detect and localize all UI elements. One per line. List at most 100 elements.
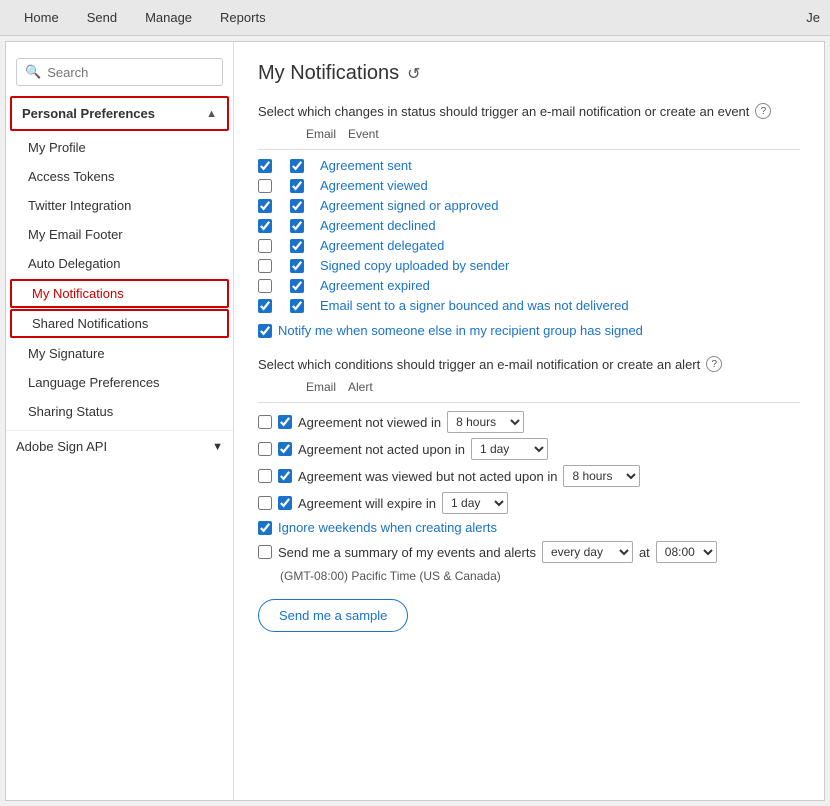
col-email-header: Email <box>306 127 344 141</box>
page-title-container: My Notifications ↺ <box>258 62 800 85</box>
status-row-3: Agreement declined <box>258 218 800 233</box>
status-event-cb-3[interactable] <box>290 219 304 233</box>
status-event-cb-0[interactable] <box>290 159 304 173</box>
col-email-header2: Email <box>306 380 344 394</box>
status-label-2: Agreement signed or approved <box>320 198 499 213</box>
ignore-weekends-label[interactable]: Ignore weekends when creating alerts <box>278 520 497 535</box>
status-items-list: Agreement sent Agreement viewed Agreement … <box>258 158 800 313</box>
status-row-6: Agreement expired <box>258 278 800 293</box>
status-email-cb-6[interactable] <box>258 279 272 293</box>
status-event-cb-2[interactable] <box>290 199 304 213</box>
sidebar-item-my-signature[interactable]: My Signature <box>6 339 233 368</box>
col-event-header: Event <box>348 127 379 141</box>
sidebar-item-twitter[interactable]: Twitter Integration <box>6 191 233 220</box>
user-initials[interactable]: Je <box>806 10 820 25</box>
cond-label-3: Agreement will expire in <box>298 496 436 511</box>
status-email-cb-0[interactable] <box>258 159 272 173</box>
status-label-4: Agreement delegated <box>320 238 444 253</box>
cond-alert-cb-0[interactable] <box>278 415 292 429</box>
status-row-4: Agreement delegated <box>258 238 800 253</box>
section2-label-container: Select which conditions should trigger a… <box>258 356 800 372</box>
cond-select-2[interactable]: 1 hour2 hours4 hours8 hours12 hours1 day <box>563 465 640 487</box>
status-label-0: Agreement sent <box>320 158 412 173</box>
cond-email-cb-1[interactable] <box>258 442 272 456</box>
ignore-weekends-checkbox[interactable] <box>258 521 272 535</box>
condition-items-list: Agreement not viewed in 1 hour2 hours4 ho… <box>258 411 800 514</box>
summary-checkbox[interactable] <box>258 545 272 559</box>
status-email-cb-5[interactable] <box>258 259 272 273</box>
api-label: Adobe Sign API <box>16 439 107 454</box>
status-email-cb-2[interactable] <box>258 199 272 213</box>
refresh-icon[interactable]: ↺ <box>407 64 420 84</box>
sidebar: 🔍 Personal Preferences ▲ My Profile Acce… <box>6 42 234 800</box>
nav-manage[interactable]: Manage <box>131 0 206 35</box>
at-label: at <box>639 545 650 560</box>
sidebar-item-my-notifications[interactable]: My Notifications <box>10 279 229 308</box>
sidebar-item-shared-notifications[interactable]: Shared Notifications <box>10 309 229 338</box>
status-email-cb-7[interactable] <box>258 299 272 313</box>
personal-preferences-header[interactable]: Personal Preferences ▲ <box>10 96 229 131</box>
status-row-1: Agreement viewed <box>258 178 800 193</box>
cond-select-0[interactable]: 1 hour2 hours4 hours8 hours12 hours1 day <box>447 411 524 433</box>
sidebar-item-my-profile[interactable]: My Profile <box>6 133 233 162</box>
status-email-cb-3[interactable] <box>258 219 272 233</box>
conditions-section: Select which conditions should trigger a… <box>258 356 800 583</box>
status-row-7: Email sent to a signer bounced and was n… <box>258 298 800 313</box>
status-label-7: Email sent to a signer bounced and was n… <box>320 298 629 313</box>
summary-label[interactable]: Send me a summary of my events and alert… <box>278 545 536 560</box>
nav-home[interactable]: Home <box>10 0 73 35</box>
notify-group-label[interactable]: Notify me when someone else in my recipi… <box>278 323 643 338</box>
chevron-down-icon: ▼ <box>212 441 223 453</box>
status-event-cb-5[interactable] <box>290 259 304 273</box>
search-box[interactable]: 🔍 <box>16 58 223 86</box>
page-title: My Notifications <box>258 62 399 85</box>
cond-email-cb-0[interactable] <box>258 415 272 429</box>
search-input[interactable] <box>47 65 214 80</box>
nav-reports[interactable]: Reports <box>206 0 280 35</box>
summary-freq-select[interactable]: every dayevery weeknever <box>542 541 633 563</box>
sidebar-item-access-tokens[interactable]: Access Tokens <box>6 162 233 191</box>
section2-help-icon[interactable]: ? <box>706 356 722 372</box>
status-label-6: Agreement expired <box>320 278 430 293</box>
personal-preferences-section: Personal Preferences ▲ My Profile Access… <box>6 96 233 426</box>
personal-preferences-label: Personal Preferences <box>22 106 155 121</box>
section1-label-container: Select which changes in status should tr… <box>258 103 800 119</box>
col-alert-header: Alert <box>348 380 373 394</box>
sidebar-item-email-footer[interactable]: My Email Footer <box>6 220 233 249</box>
condition-row-0: Agreement not viewed in 1 hour2 hours4 ho… <box>258 411 800 433</box>
status-email-cb-4[interactable] <box>258 239 272 253</box>
summary-time-select[interactable]: 08:0009:0010:0012:0018:00 <box>656 541 717 563</box>
cond-email-cb-3[interactable] <box>258 496 272 510</box>
chevron-up-icon: ▲ <box>206 108 217 120</box>
cond-select-3[interactable]: 1 day2 days3 days5 days7 days <box>442 492 508 514</box>
status-event-cb-1[interactable] <box>290 179 304 193</box>
status-row-0: Agreement sent <box>258 158 800 173</box>
cond-label-0: Agreement not viewed in <box>298 415 441 430</box>
section1-help-icon[interactable]: ? <box>755 103 771 119</box>
sidebar-item-language-preferences[interactable]: Language Preferences <box>6 368 233 397</box>
section2-label: Select which conditions should trigger a… <box>258 357 700 372</box>
nav-send[interactable]: Send <box>73 0 131 35</box>
cond-select-1[interactable]: 1 hour2 hours4 hours8 hours12 hours1 day <box>471 438 548 460</box>
divider1 <box>258 149 800 150</box>
adobe-sign-api-section[interactable]: Adobe Sign API ▼ <box>6 430 233 462</box>
notify-group-row: Notify me when someone else in my recipi… <box>258 323 800 338</box>
status-email-cb-1[interactable] <box>258 179 272 193</box>
cond-alert-cb-3[interactable] <box>278 496 292 510</box>
condition-row-3: Agreement will expire in 1 day2 days3 day… <box>258 492 800 514</box>
send-sample-button[interactable]: Send me a sample <box>258 599 408 632</box>
sidebar-item-sharing-status[interactable]: Sharing Status <box>6 397 233 426</box>
section1-label: Select which changes in status should tr… <box>258 104 749 119</box>
status-event-cb-6[interactable] <box>290 279 304 293</box>
status-event-cb-4[interactable] <box>290 239 304 253</box>
status-label-1: Agreement viewed <box>320 178 428 193</box>
sidebar-item-auto-delegation[interactable]: Auto Delegation <box>6 249 233 278</box>
top-navigation: Home Send Manage Reports Je <box>0 0 830 36</box>
cond-email-cb-2[interactable] <box>258 469 272 483</box>
main-container: 🔍 Personal Preferences ▲ My Profile Acce… <box>5 41 825 801</box>
status-row-5: Signed copy uploaded by sender <box>258 258 800 273</box>
cond-alert-cb-1[interactable] <box>278 442 292 456</box>
notify-group-checkbox[interactable] <box>258 324 272 338</box>
status-event-cb-7[interactable] <box>290 299 304 313</box>
cond-alert-cb-2[interactable] <box>278 469 292 483</box>
